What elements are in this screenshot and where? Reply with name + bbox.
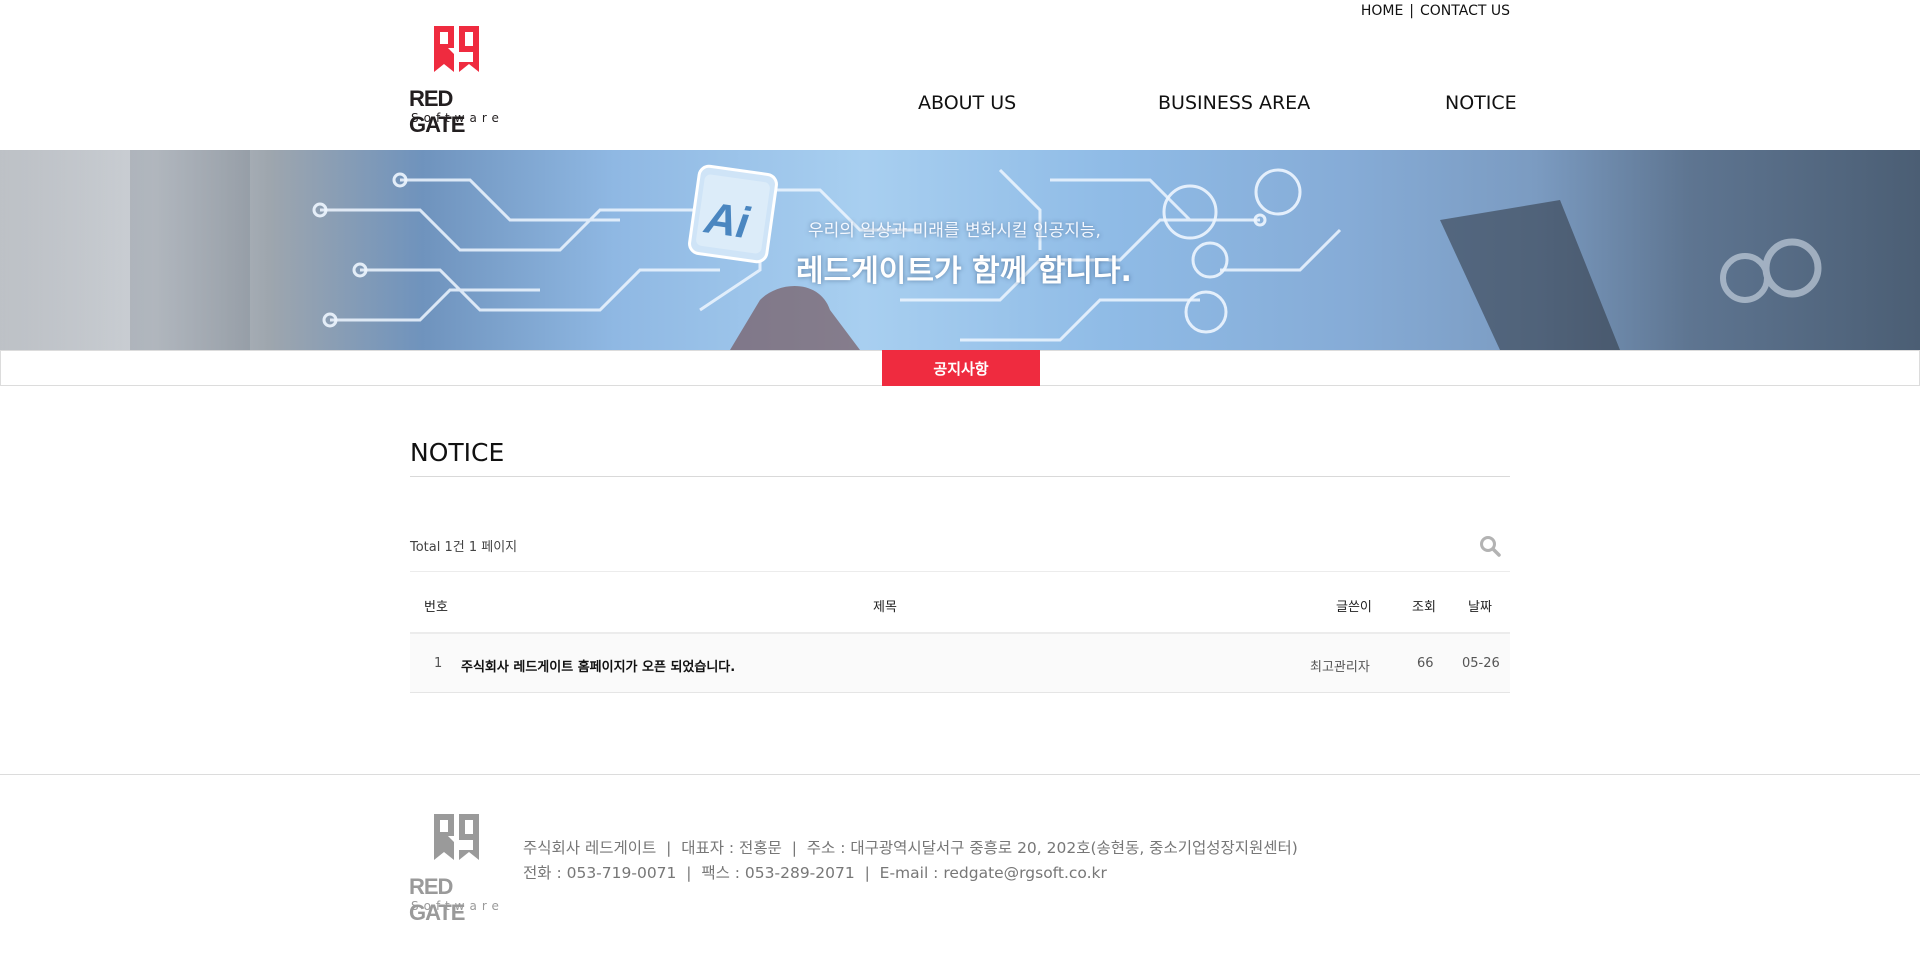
- footer-company-info: 주식회사 레드게이트 | 대표자 : 전홍문 | 주소 : 대구광역시달서구 중…: [523, 836, 1298, 886]
- footer-divider: [0, 774, 1920, 775]
- col-header-subject: 제목: [873, 600, 897, 615]
- row-date: 05-26: [1462, 656, 1500, 671]
- row-writer: 최고관리자: [1310, 660, 1370, 675]
- table-row[interactable]: 1 주식회사 레드게이트 홈페이지가 오픈 되었습니다. 최고관리자 66 05…: [410, 634, 1510, 693]
- col-header-number: 번호: [424, 600, 448, 615]
- nav-notice[interactable]: NOTICE: [1445, 92, 1517, 114]
- home-link[interactable]: HOME: [1361, 3, 1403, 19]
- footer-logo-subtext: Software: [411, 899, 504, 913]
- rg-logo-mark-footer-icon: [434, 814, 479, 860]
- footer-info-line-2: 전화 : 053-719-0071 | 팩스 : 053-289-2071 | …: [523, 864, 1107, 882]
- row-number: 1: [434, 656, 443, 671]
- site-logo[interactable]: RED GATE Software: [409, 24, 509, 137]
- title-divider: [410, 476, 1510, 477]
- contact-us-link[interactable]: CONTACT US: [1420, 3, 1510, 19]
- svg-text:Ai: Ai: [701, 193, 753, 248]
- nav-business-area-link[interactable]: BUSINESS AREA: [1158, 92, 1310, 114]
- nav-about-us[interactable]: ABOUT US: [918, 92, 1016, 114]
- search-icon: [1480, 536, 1501, 557]
- col-header-date: 날짜: [1468, 600, 1492, 615]
- nav-notice-link[interactable]: NOTICE: [1445, 92, 1517, 114]
- footer-logo: RED GATE Software: [409, 812, 509, 925]
- col-header-writer: 글쓴이: [1336, 600, 1372, 615]
- footer-info-line-1: 주식회사 레드게이트 | 대표자 : 전홍문 | 주소 : 대구광역시달서구 중…: [523, 839, 1298, 857]
- subnav-tab-notice[interactable]: 공지사항: [882, 350, 1040, 386]
- page-title: NOTICE: [410, 438, 505, 467]
- rg-logo-mark-icon: [434, 26, 479, 72]
- banner-title: 레드게이트가 함께 합니다.: [796, 254, 1132, 289]
- logo-subtext: Software: [411, 111, 504, 125]
- utility-links: HOME | CONTACT US: [1361, 3, 1510, 19]
- row-subject-link[interactable]: 주식회사 레드게이트 홈페이지가 오픈 되었습니다.: [461, 656, 735, 675]
- sub-navigation: 공지사항: [0, 350, 1920, 386]
- board-search-button[interactable]: [1479, 535, 1501, 557]
- site-header: HOME | CONTACT US RED GATE Software ABOU…: [0, 0, 1920, 150]
- ai-chip-graphic: Ai: [688, 164, 778, 264]
- utility-separator: |: [1409, 3, 1415, 19]
- banner-subtitle: 우리의 일상과 미래를 변화시킬 인공지능,: [808, 221, 1101, 241]
- row-views: 66: [1417, 656, 1434, 671]
- nav-about-us-link[interactable]: ABOUT US: [918, 92, 1016, 114]
- board-total-count: Total 1건 1 페이지: [410, 540, 518, 555]
- hero-banner: Ai 우리의 일상과 미래를 변화시킬 인공지능, 레드게이트가 함께 합니다.: [0, 150, 1920, 350]
- col-header-views: 조회: [1412, 600, 1436, 615]
- nav-business-area[interactable]: BUSINESS AREA: [1158, 92, 1310, 114]
- table-header: 번호 제목 글쓴이 조회 날짜: [410, 572, 1510, 632]
